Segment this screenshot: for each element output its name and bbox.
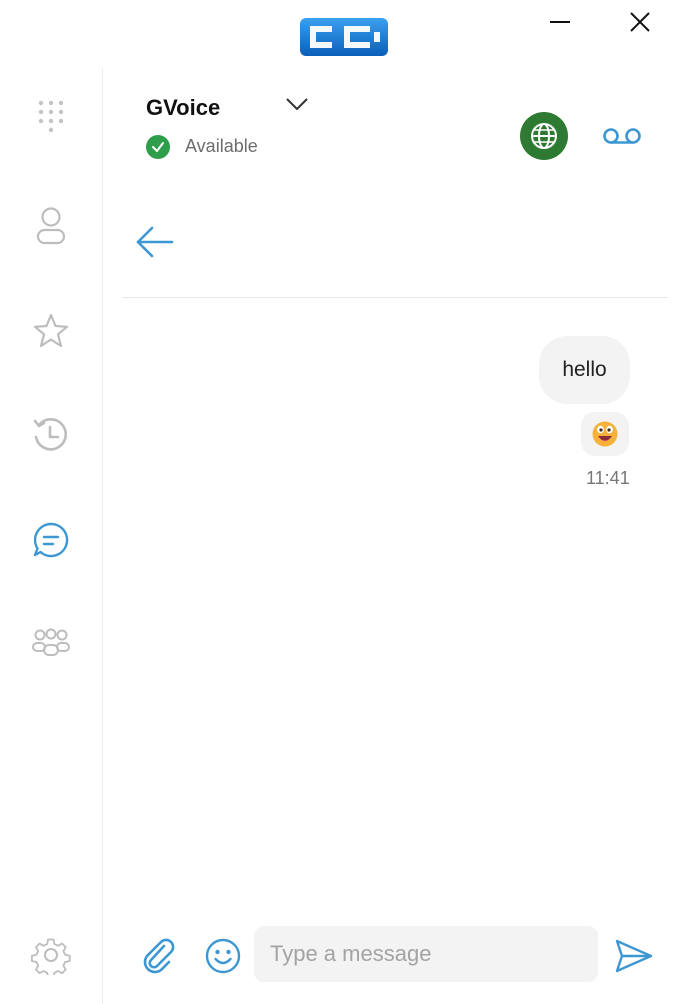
- close-icon: [630, 12, 650, 32]
- sidebar: [0, 68, 103, 1004]
- attach-button[interactable]: [138, 935, 178, 975]
- globe-button[interactable]: [520, 112, 568, 160]
- send-icon: [615, 939, 653, 973]
- sidebar-item-chat[interactable]: [26, 515, 76, 565]
- status-text[interactable]: Available: [185, 136, 258, 157]
- minimize-button[interactable]: [540, 2, 580, 42]
- group-icon: [32, 628, 70, 656]
- globe-icon: [531, 123, 557, 149]
- account-name: GVoice: [146, 95, 221, 120]
- contact-icon: [36, 207, 66, 245]
- minimize-icon: [550, 21, 570, 23]
- paperclip-icon: [143, 938, 175, 974]
- sidebar-item-groups[interactable]: [26, 620, 76, 670]
- arrow-left-icon: [136, 226, 174, 258]
- message-timestamp: 11:41: [586, 468, 630, 488]
- status-indicator: [146, 135, 170, 159]
- chat-icon: [33, 522, 69, 558]
- voicemail-icon: [603, 128, 641, 144]
- emoji-button[interactable]: [202, 935, 244, 977]
- message-bubble[interactable]: hello: [539, 336, 630, 404]
- sidebar-item-history[interactable]: [26, 410, 76, 460]
- back-button[interactable]: [130, 220, 178, 264]
- message-text: hello: [562, 358, 607, 381]
- settings-icon: [31, 938, 71, 975]
- sidebar-item-dialpad[interactable]: [26, 93, 76, 143]
- message-bubble-emoji[interactable]: [581, 412, 629, 456]
- app-logo: [298, 14, 390, 60]
- star-icon: [33, 313, 69, 348]
- message-input[interactable]: [254, 926, 598, 982]
- sidebar-item-settings[interactable]: [26, 930, 76, 980]
- sidebar-item-favorites[interactable]: [26, 306, 76, 356]
- close-button[interactable]: [620, 2, 660, 42]
- send-button[interactable]: [612, 934, 656, 978]
- voicemail-button[interactable]: [600, 118, 644, 154]
- check-icon: [152, 142, 164, 152]
- header-divider: [122, 297, 668, 298]
- cc-logo-icon: [300, 18, 388, 56]
- history-icon: [33, 418, 68, 451]
- dialpad-icon: [38, 100, 64, 133]
- chevron-down-icon: [286, 98, 308, 110]
- account-dropdown-button[interactable]: [283, 92, 311, 116]
- sidebar-item-contacts[interactable]: [26, 201, 76, 251]
- grinning-face-emoji: [592, 421, 618, 447]
- smiley-icon: [205, 938, 241, 974]
